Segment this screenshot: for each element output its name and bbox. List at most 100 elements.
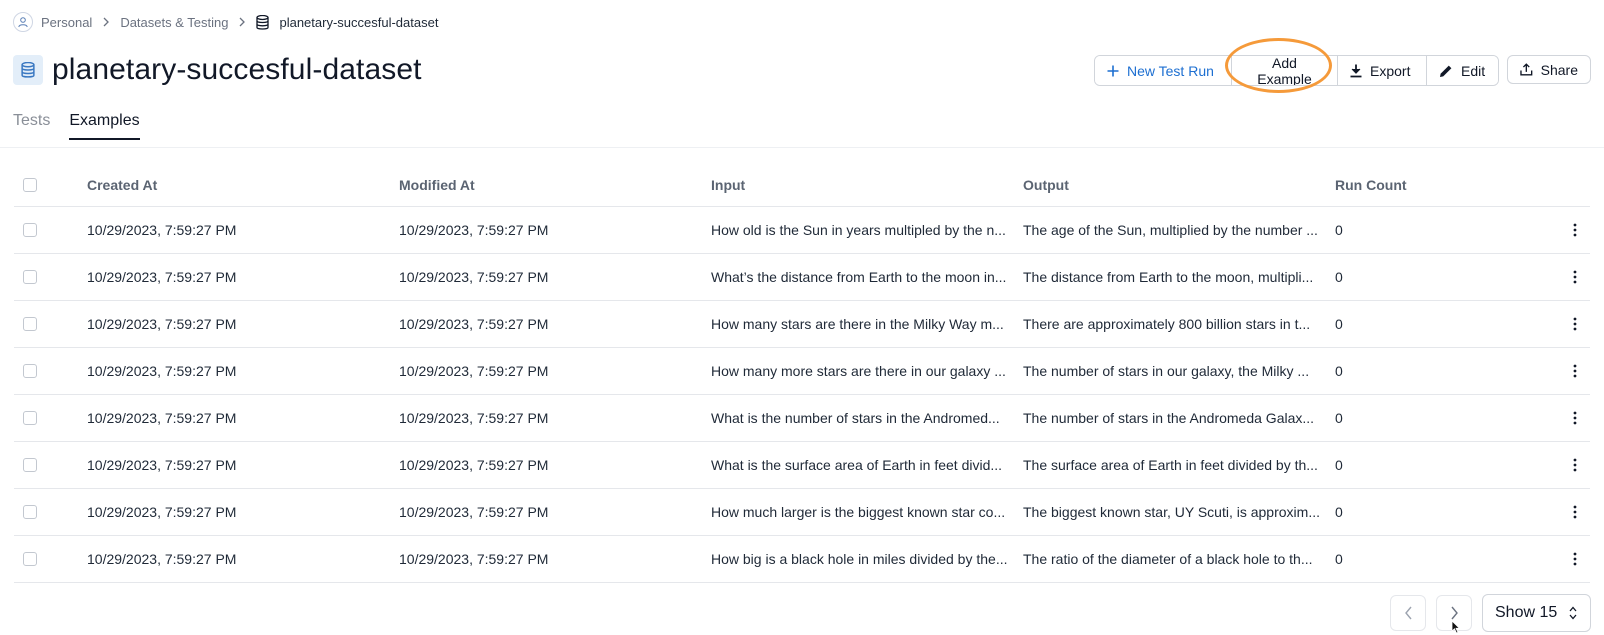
more-vertical-icon[interactable]: [1560, 317, 1590, 331]
page-title: planetary-succesful-dataset: [52, 53, 422, 86]
cell-created-at: 10/29/2023, 7:59:27 PM: [87, 504, 237, 520]
cell-output: The number of stars in our galaxy, the M…: [1023, 363, 1310, 379]
table-row[interactable]: 10/29/2023, 7:59:27 PM 10/29/2023, 7:59:…: [14, 254, 1590, 301]
export-button[interactable]: Export: [1337, 56, 1426, 85]
breadcrumb: Personal Datasets & Testing planetary-su…: [13, 11, 438, 33]
cell-run-count: 0: [1335, 457, 1343, 473]
column-header-created[interactable]: Created At: [87, 177, 399, 193]
breadcrumb-current-label: planetary-succesful-dataset: [279, 14, 439, 30]
more-vertical-icon[interactable]: [1560, 505, 1590, 519]
column-header-output[interactable]: Output: [1023, 177, 1335, 193]
cell-input: How many more stars are there in our gal…: [711, 363, 1006, 379]
cell-created-at: 10/29/2023, 7:59:27 PM: [87, 363, 237, 379]
row-checkbox[interactable]: [23, 270, 37, 284]
cell-created-at: 10/29/2023, 7:59:27 PM: [87, 551, 237, 567]
add-example-button[interactable]: Add Example: [1231, 56, 1337, 85]
cell-created-at: 10/29/2023, 7:59:27 PM: [87, 269, 237, 285]
new-test-run-button[interactable]: New Test Run: [1095, 56, 1231, 85]
cell-created-at: 10/29/2023, 7:59:27 PM: [87, 410, 237, 426]
cell-input: What is the number of stars in the Andro…: [711, 410, 1000, 426]
cell-run-count: 0: [1335, 269, 1343, 285]
chevron-right-icon: [102, 17, 110, 27]
cell-output: The number of stars in the Andromeda Gal…: [1023, 410, 1315, 426]
table-row[interactable]: 10/29/2023, 7:59:27 PM 10/29/2023, 7:59:…: [14, 442, 1590, 489]
cell-output: There are approximately 800 billion star…: [1023, 316, 1311, 332]
cell-output: The ratio of the diameter of a black hol…: [1023, 551, 1313, 567]
cell-modified-at: 10/29/2023, 7:59:27 PM: [399, 363, 549, 379]
cell-run-count: 0: [1335, 410, 1343, 426]
cell-modified-at: 10/29/2023, 7:59:27 PM: [399, 504, 549, 520]
edit-button[interactable]: Edit: [1426, 56, 1498, 85]
page-header: planetary-succesful-dataset: [13, 53, 422, 87]
cell-modified-at: 10/29/2023, 7:59:27 PM: [399, 269, 549, 285]
action-button-group: New Test Run Add Example Export Edit: [1094, 55, 1499, 86]
more-vertical-icon[interactable]: [1560, 458, 1590, 472]
row-checkbox[interactable]: [23, 505, 37, 519]
select-all-checkbox[interactable]: [23, 178, 37, 192]
cell-run-count: 0: [1335, 363, 1343, 379]
table-row[interactable]: 10/29/2023, 7:59:27 PM 10/29/2023, 7:59:…: [14, 395, 1590, 442]
more-vertical-icon[interactable]: [1560, 411, 1590, 425]
share-button[interactable]: Share: [1507, 55, 1591, 84]
row-checkbox[interactable]: [23, 552, 37, 566]
table-header: Created At Modified At Input Output Run …: [14, 164, 1590, 207]
page-size-select[interactable]: Show 15: [1482, 594, 1591, 632]
chevron-left-icon: [1404, 606, 1412, 620]
cell-created-at: 10/29/2023, 7:59:27 PM: [87, 222, 237, 238]
column-header-modified[interactable]: Modified At: [399, 177, 711, 193]
cell-output: The biggest known star, UY Scuti, is app…: [1023, 504, 1320, 520]
tab-tests[interactable]: Tests: [13, 112, 50, 140]
new-test-run-label: New Test Run: [1127, 62, 1214, 79]
cell-output: The distance from Earth to the moon, mul…: [1023, 269, 1314, 285]
cell-modified-at: 10/29/2023, 7:59:27 PM: [399, 316, 549, 332]
tab-examples[interactable]: Examples: [69, 112, 140, 140]
cell-modified-at: 10/29/2023, 7:59:27 PM: [399, 457, 549, 473]
chevron-right-icon: [1450, 606, 1458, 620]
divider: [0, 147, 1604, 148]
share-icon: [1520, 63, 1533, 76]
database-icon: [256, 14, 270, 30]
cell-modified-at: 10/29/2023, 7:59:27 PM: [399, 222, 549, 238]
chevron-right-icon: [238, 17, 246, 27]
previous-page-button[interactable]: [1390, 595, 1426, 631]
cell-run-count: 0: [1335, 504, 1343, 520]
table-row[interactable]: 10/29/2023, 7:59:27 PM 10/29/2023, 7:59:…: [14, 348, 1590, 395]
tab-bar: Tests Examples: [13, 112, 159, 140]
breadcrumb-current: planetary-succesful-dataset: [256, 14, 439, 30]
row-checkbox[interactable]: [23, 364, 37, 378]
more-vertical-icon[interactable]: [1560, 552, 1590, 566]
row-checkbox[interactable]: [23, 458, 37, 472]
cell-input: What is the surface area of Earth in fee…: [711, 457, 1003, 473]
table-row[interactable]: 10/29/2023, 7:59:27 PM 10/29/2023, 7:59:…: [14, 489, 1590, 536]
sort-arrows-icon: [1568, 605, 1578, 621]
cell-input: How old is the Sun in years multipled by…: [711, 222, 1006, 238]
table-row[interactable]: 10/29/2023, 7:59:27 PM 10/29/2023, 7:59:…: [14, 301, 1590, 348]
breadcrumb-datasets[interactable]: Datasets & Testing: [120, 15, 228, 30]
cell-output: The surface area of Earth in feet divide…: [1023, 457, 1318, 473]
share-label: Share: [1540, 61, 1578, 78]
pencil-icon: [1440, 65, 1452, 77]
add-example-label: Add Example: [1257, 55, 1312, 86]
more-vertical-icon[interactable]: [1560, 270, 1590, 284]
cell-run-count: 0: [1335, 551, 1343, 567]
row-checkbox[interactable]: [23, 411, 37, 425]
column-header-run-count[interactable]: Run Count: [1335, 177, 1560, 193]
table-row[interactable]: 10/29/2023, 7:59:27 PM 10/29/2023, 7:59:…: [14, 536, 1590, 583]
table-row[interactable]: 10/29/2023, 7:59:27 PM 10/29/2023, 7:59:…: [14, 207, 1590, 254]
row-checkbox[interactable]: [23, 317, 37, 331]
pagination: Show 15: [1390, 594, 1591, 632]
column-header-input[interactable]: Input: [711, 177, 1023, 193]
download-icon: [1350, 64, 1362, 77]
cell-input: How much larger is the biggest known sta…: [711, 504, 1006, 520]
cell-input: How big is a black hole in miles divided…: [711, 551, 1008, 567]
row-checkbox[interactable]: [23, 223, 37, 237]
plus-icon: [1107, 65, 1119, 76]
more-vertical-icon[interactable]: [1560, 223, 1590, 237]
more-vertical-icon[interactable]: [1560, 364, 1590, 378]
cell-created-at: 10/29/2023, 7:59:27 PM: [87, 457, 237, 473]
cell-input: How many stars are there in the Milky Wa…: [711, 316, 1004, 332]
breadcrumb-personal[interactable]: Personal: [41, 15, 92, 30]
cell-run-count: 0: [1335, 316, 1343, 332]
edit-label: Edit: [1461, 62, 1486, 79]
action-toolbar: New Test Run Add Example Export Edit Sha…: [1094, 55, 1591, 86]
